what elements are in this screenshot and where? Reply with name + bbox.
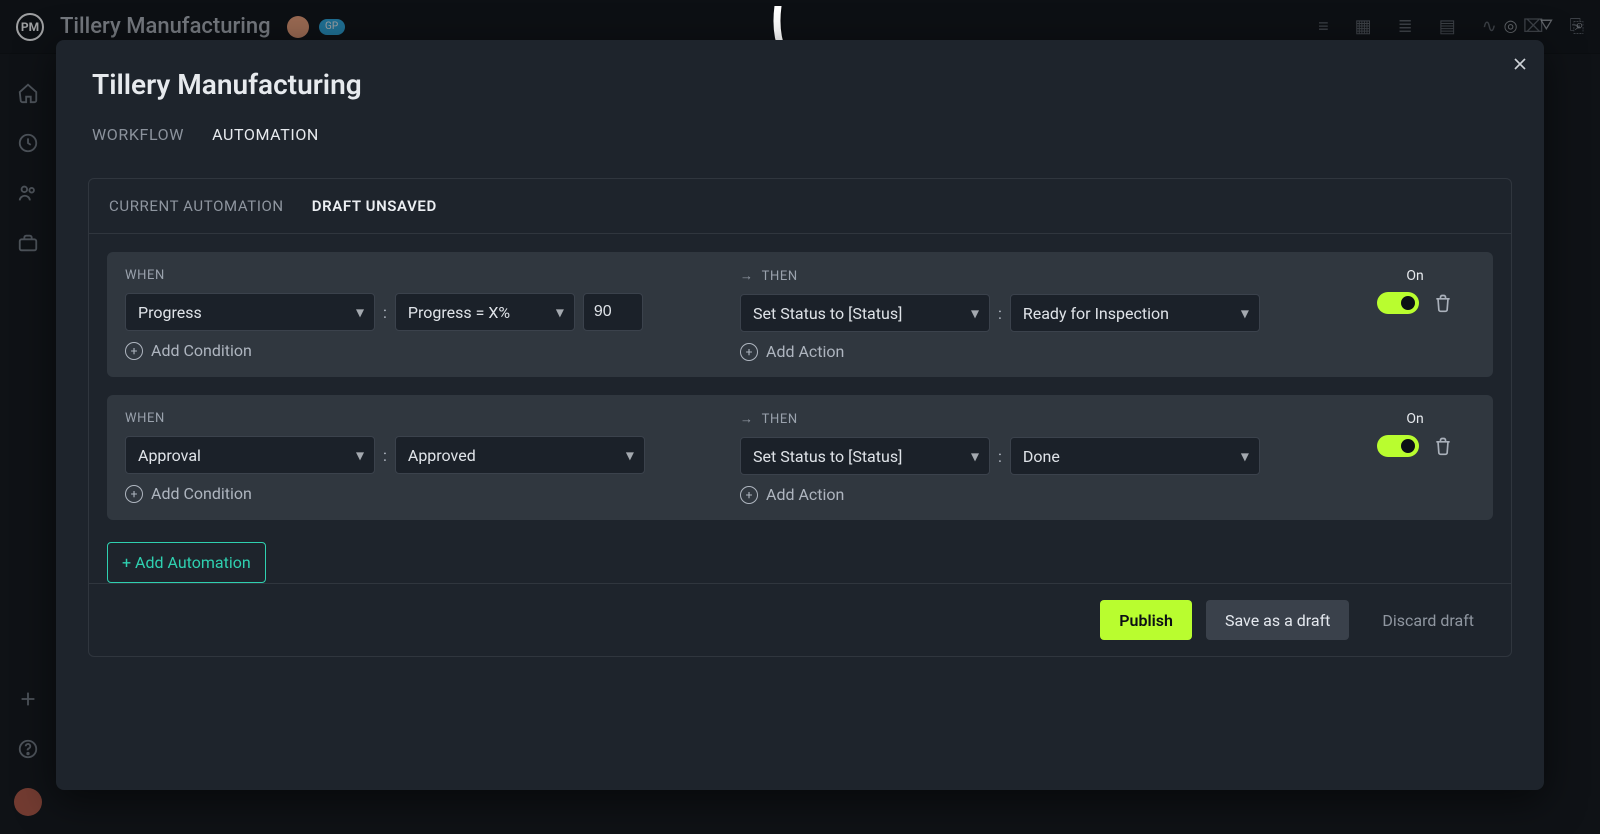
user-chip: GP — [319, 19, 345, 35]
when-value-input[interactable] — [583, 293, 643, 331]
rule-then: → THEN Set Status to [Status] ▾ : Ready … — [740, 268, 1341, 361]
rule-then: → THEN Set Status to [Status] ▾ : Done ▾ — [740, 411, 1341, 504]
then-action-select[interactable]: Set Status to [Status] ▾ — [740, 437, 990, 475]
body-tabs: CURRENT AUTOMATION DRAFT UNSAVED — [89, 179, 1511, 234]
chevron-down-icon: ▾ — [971, 304, 979, 323]
chevron-down-icon: ▾ — [356, 446, 364, 465]
plus-icon — [17, 688, 39, 710]
background-left-rail — [0, 54, 56, 834]
search-icon: ⌕ — [1575, 15, 1584, 35]
rule-actions: On — [1355, 411, 1475, 457]
then-value-select[interactable]: Done ▾ — [1010, 437, 1260, 475]
arrow-right-icon: → — [740, 268, 754, 284]
rule-actions: On — [1355, 268, 1475, 314]
discard-draft-button[interactable]: Discard draft — [1363, 600, 1493, 640]
add-automation-button[interactable]: + Add Automation — [107, 542, 266, 583]
view-tabs: ≡ ▦ ≣ ▤ ∿ ⌧ ⎘ — [1318, 16, 1584, 37]
rule-when: WHEN Approval ▾ : Approved ▾ + — [125, 411, 726, 503]
list-icon: ≡ — [1318, 16, 1329, 37]
tab-automation[interactable]: AUTOMATION — [212, 119, 319, 150]
when-field-select[interactable]: Approval ▾ — [125, 436, 375, 474]
separator-colon: : — [383, 446, 387, 465]
calendar-icon: ⌧ — [1523, 16, 1544, 37]
add-action-button[interactable]: + Add Action — [740, 342, 1341, 361]
tab-current-automation[interactable]: CURRENT AUTOMATION — [109, 197, 284, 215]
top-right-actions: ◎ ⛛ ⌕ — [1504, 15, 1584, 35]
plus-circle-icon: + — [740, 486, 758, 504]
brand-logo: PM — [16, 13, 44, 41]
then-value-select[interactable]: Ready for Inspection ▾ — [1010, 294, 1260, 332]
pulse-icon: ∿ — [1482, 16, 1497, 37]
separator-colon: : — [998, 304, 1002, 323]
modal-title: Tillery Manufacturing — [92, 68, 1508, 101]
modal-body: CURRENT AUTOMATION DRAFT UNSAVED WHEN Pr… — [88, 178, 1512, 657]
avatar — [14, 788, 42, 816]
then-label: → THEN — [740, 411, 1341, 427]
then-action-select[interactable]: Set Status to [Status] ▾ — [740, 294, 990, 332]
add-action-button[interactable]: + Add Action — [740, 485, 1341, 504]
project-title-bg: Tillery Manufacturing — [60, 14, 271, 39]
automation-rule: WHEN Approval ▾ : Approved ▾ + — [107, 395, 1493, 520]
plus-circle-icon: + — [740, 343, 758, 361]
when-label: WHEN — [125, 268, 726, 283]
chevron-down-icon: ▾ — [1241, 447, 1249, 466]
filter-icon: ⛛ — [1540, 15, 1553, 35]
rule-toggle[interactable] — [1377, 292, 1419, 314]
add-condition-button[interactable]: + Add Condition — [125, 341, 726, 360]
plus-circle-icon: + — [125, 485, 143, 503]
publish-button[interactable]: Publish — [1100, 600, 1192, 640]
tab-draft-unsaved[interactable]: DRAFT UNSAVED — [312, 197, 437, 215]
separator-colon: : — [998, 447, 1002, 466]
trash-icon[interactable] — [1433, 436, 1453, 456]
close-icon[interactable] — [1510, 54, 1530, 74]
trash-icon[interactable] — [1433, 293, 1453, 313]
help-icon — [17, 738, 39, 760]
chevron-down-icon: ▾ — [1241, 304, 1249, 323]
toggle-label: On — [1406, 268, 1423, 284]
modal-tabs: WORKFLOW AUTOMATION — [92, 119, 1508, 150]
automation-modal: Tillery Manufacturing WORKFLOW AUTOMATIO… — [56, 40, 1544, 790]
users-icon — [17, 182, 39, 204]
when-operator-select[interactable]: Approved ▾ — [395, 436, 645, 474]
home-icon — [17, 82, 39, 104]
toggle-label: On — [1406, 411, 1423, 427]
sliders-icon: ≣ — [1398, 16, 1413, 37]
sheet-icon: ▤ — [1439, 16, 1456, 37]
when-operator-select[interactable]: Progress = X% ▾ — [395, 293, 575, 331]
chevron-down-icon: ▾ — [556, 303, 564, 322]
add-condition-button[interactable]: + Add Condition — [125, 484, 726, 503]
clock-icon — [17, 132, 39, 154]
rule-toggle[interactable] — [1377, 435, 1419, 457]
modal-footer: Publish Save as a draft Discard draft — [89, 583, 1511, 656]
tab-workflow[interactable]: WORKFLOW — [92, 119, 184, 150]
chevron-down-icon: ▾ — [626, 446, 634, 465]
arrow-right-icon: → — [740, 411, 754, 427]
plus-circle-icon: + — [125, 342, 143, 360]
board-icon: ▦ — [1355, 16, 1372, 37]
briefcase-icon — [17, 232, 39, 254]
then-label: → THEN — [740, 268, 1341, 284]
chevron-down-icon: ▾ — [971, 447, 979, 466]
when-label: WHEN — [125, 411, 726, 426]
modal-header: Tillery Manufacturing WORKFLOW AUTOMATIO… — [56, 40, 1544, 160]
automation-rule: WHEN Progress ▾ : Progress = X% ▾ — [107, 252, 1493, 377]
file-icon: ⎘ — [1570, 16, 1584, 37]
eye-icon: ◎ — [1504, 16, 1518, 35]
save-draft-button[interactable]: Save as a draft — [1206, 600, 1349, 640]
rule-when: WHEN Progress ▾ : Progress = X% ▾ — [125, 268, 726, 360]
separator-colon: : — [383, 303, 387, 322]
avatar — [287, 16, 309, 38]
when-field-select[interactable]: Progress ▾ — [125, 293, 375, 331]
chevron-down-icon: ▾ — [356, 303, 364, 322]
rules-list: WHEN Progress ▾ : Progress = X% ▾ — [89, 234, 1511, 528]
